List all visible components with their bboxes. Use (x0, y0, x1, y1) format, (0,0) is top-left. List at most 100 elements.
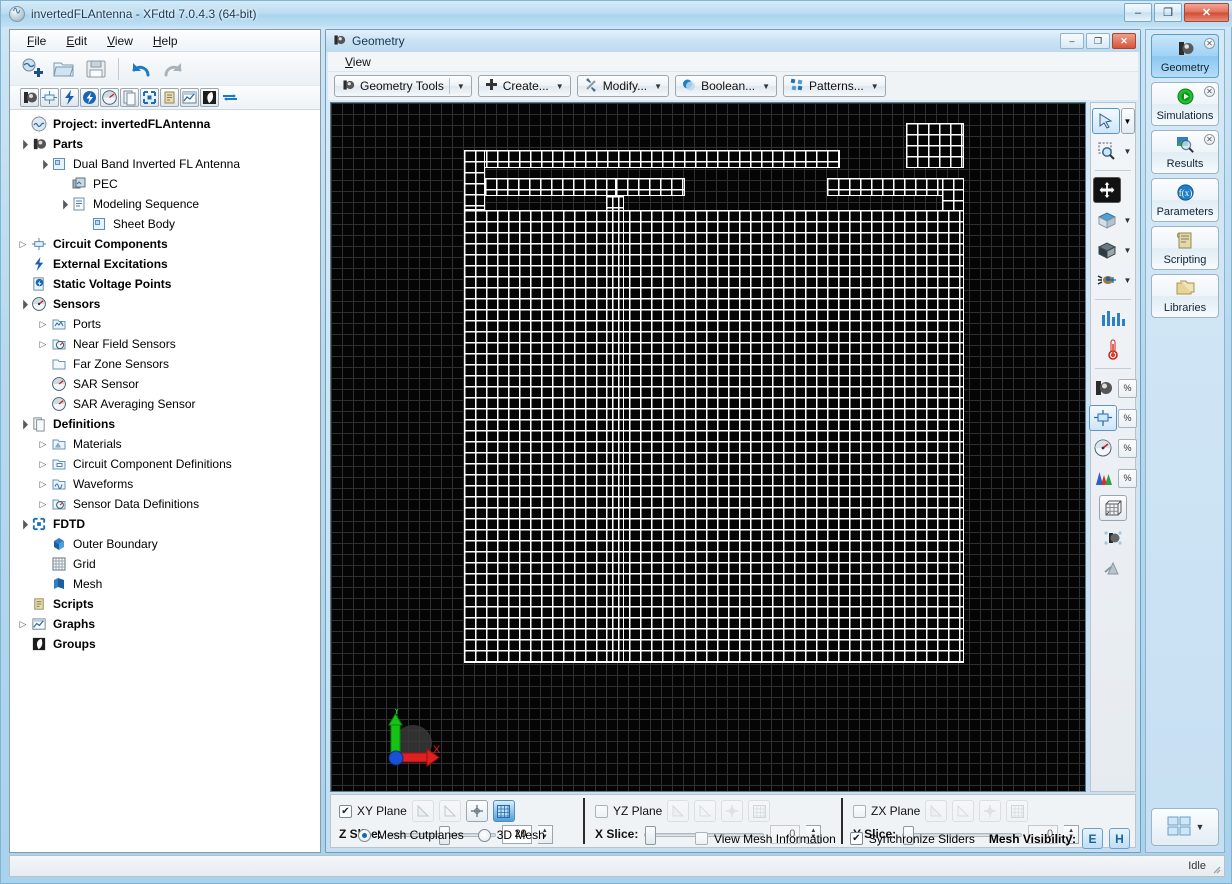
mesh-field-icon[interactable] (1099, 555, 1127, 581)
geometry-minimize-button[interactable]: – (1060, 33, 1084, 49)
tree-item-groups[interactable]: Groups (10, 634, 320, 654)
materials-visibility-icon[interactable] (1089, 465, 1117, 491)
save-project-icon[interactable] (82, 55, 110, 83)
chevron-down-icon[interactable]: ▼ (556, 82, 564, 91)
zoom-region-icon[interactable] (1093, 138, 1121, 164)
create-button[interactable]: Create... ▼ (477, 75, 571, 97)
tree-item-grid[interactable]: Grid (10, 554, 320, 574)
xy-cutplane-hide-icon[interactable] (411, 800, 434, 822)
modify-button[interactable]: Modify... ▼ (576, 75, 670, 97)
yz-cutplane-hide-icon[interactable] (667, 800, 690, 822)
tree-item-external-excitations[interactable]: External Excitations (10, 254, 320, 274)
chevron-down-icon[interactable]: ▼ (762, 82, 770, 91)
materials-visibility-percent[interactable]: % (1118, 468, 1137, 488)
boolean-button[interactable]: Boolean... ▼ (675, 75, 778, 97)
xy-cutplane-grid-icon[interactable] (492, 800, 515, 822)
new-project-icon[interactable] (18, 55, 46, 83)
close-icon[interactable]: ✕ (1204, 38, 1215, 49)
menu-file[interactable]: File (18, 31, 55, 51)
zx-cutplane-outline-icon[interactable] (952, 800, 975, 822)
geometry-restore-button[interactable]: ❐ (1086, 33, 1110, 49)
tree-item-waveforms[interactable]: ▷ Waveforms (10, 474, 320, 494)
undo-icon[interactable] (127, 55, 155, 83)
collapse-arrow-icon[interactable]: ▷ (16, 619, 30, 630)
menu-help[interactable]: Help (144, 31, 187, 51)
pan-move-icon[interactable] (1092, 177, 1121, 203)
tree-item-sensor-data-definitions[interactable]: ▷ Sensor Data Definitions (10, 494, 320, 514)
fdtd-icon[interactable] (140, 88, 159, 107)
external-excitations-icon[interactable] (60, 88, 79, 107)
yz-plane-checkbox[interactable] (595, 804, 608, 818)
open-project-icon[interactable] (50, 55, 78, 83)
collapse-arrow-icon[interactable]: ▷ (36, 339, 50, 350)
tree-item-parts[interactable]: ◢ Parts (10, 134, 320, 154)
tree-item-circuit-component-definitions[interactable]: ▷ Circuit Component Definitions (10, 454, 320, 474)
chevron-down-icon[interactable]: ▼ (654, 82, 662, 91)
view-mesh-information-checkbox[interactable] (694, 832, 708, 845)
lighting-dropdown[interactable]: ▼ (1122, 276, 1134, 285)
mesh-visibility-e-button[interactable]: E (1082, 828, 1103, 849)
zx-cutplane-grid-icon[interactable] (1006, 800, 1029, 822)
close-icon[interactable]: ✕ (1204, 134, 1215, 145)
bar-chart-icon[interactable] (1099, 306, 1127, 332)
redo-icon[interactable] (159, 55, 187, 83)
collapse-arrow-icon[interactable]: ▷ (36, 439, 50, 450)
tree-item-outer-boundary[interactable]: Outer Boundary (10, 534, 320, 554)
tree-item-circuit-components[interactable]: ▷ Circuit Components (10, 234, 320, 254)
zx-cutplane-hide-icon[interactable] (925, 800, 948, 822)
collapse-arrow-icon[interactable]: ▷ (36, 479, 50, 490)
tree-item-project-invertedflantenna[interactable]: Project: invertedFLAntenna (10, 114, 320, 134)
geometry-visibility-percent[interactable]: % (1118, 378, 1137, 398)
xy-plane-checkbox[interactable]: ✔ (339, 804, 352, 818)
minimize-button[interactable]: – (1124, 3, 1152, 22)
dock-tab-libraries[interactable]: Libraries (1151, 274, 1219, 318)
yz-cutplane-outline-icon[interactable] (694, 800, 717, 822)
select-arrow-icon[interactable] (1091, 108, 1120, 134)
geometry-canvas[interactable]: Y X (330, 102, 1086, 792)
tree-item-dual-band-inverted-fl-antenna[interactable]: ◢ Dual Band Inverted FL Antenna (10, 154, 320, 174)
yz-cutplane-grid-icon[interactable] (748, 800, 771, 822)
static-voltage-points-icon[interactable] (80, 88, 99, 107)
view-direction-cube-icon[interactable] (1093, 207, 1121, 233)
tree-item-scripts[interactable]: Scripts (10, 594, 320, 614)
zoom-tool-dropdown[interactable]: ▼ (1122, 147, 1134, 156)
tree-item-mesh[interactable]: Mesh (10, 574, 320, 594)
menu-edit[interactable]: Edit (57, 31, 96, 51)
view-shading-cube-icon[interactable] (1093, 237, 1121, 263)
zx-plane-checkbox[interactable] (853, 804, 866, 818)
chevron-down-icon[interactable]: ▼ (457, 82, 465, 91)
resize-grip-icon[interactable] (1209, 862, 1221, 874)
xy-cutplane-outline-icon[interactable] (438, 800, 461, 822)
mesh-visibility-h-button[interactable]: H (1109, 828, 1130, 849)
dock-tab-results[interactable]: ✕ Results (1151, 130, 1219, 174)
sheet-visibility-percent[interactable]: % (1118, 408, 1137, 428)
patterns-button[interactable]: Patterns... ▼ (783, 75, 886, 97)
select-tool-dropdown[interactable]: ▼ (1120, 108, 1135, 134)
tree-item-modeling-sequence[interactable]: ◢ Modeling Sequence (10, 194, 320, 214)
maximize-button[interactable]: ❐ (1154, 3, 1182, 22)
tree-item-sar-sensor[interactable]: SAR Sensor (10, 374, 320, 394)
tree-item-sensors[interactable]: ◢ Sensors (10, 294, 320, 314)
three-d-mesh-radio[interactable] (477, 828, 491, 842)
menu-view[interactable]: View (98, 31, 142, 51)
groups-icon[interactable] (200, 88, 219, 107)
sheet-visibility-icon[interactable] (1089, 405, 1117, 431)
refresh-icon[interactable] (220, 88, 239, 107)
tree-item-sheet-body[interactable]: Sheet Body (10, 214, 320, 234)
yz-cutplane-center-icon[interactable] (721, 800, 744, 822)
collapse-arrow-icon[interactable]: ▷ (36, 459, 50, 470)
geometry-tools-button[interactable]: Geometry Tools ▼ (334, 75, 472, 97)
tree-item-far-zone-sensors[interactable]: Far Zone Sensors (10, 354, 320, 374)
xy-cutplane-center-icon[interactable] (465, 800, 488, 822)
lighting-icon[interactable] (1093, 267, 1121, 293)
tree-item-static-voltage-points[interactable]: Static Voltage Points (10, 274, 320, 294)
geometry-close-button[interactable]: ✕ (1112, 33, 1136, 49)
dock-tab-scripting[interactable]: Scripting (1151, 226, 1219, 270)
window-layout-caret-icon[interactable]: ▼ (1196, 822, 1205, 832)
view-direction-dropdown[interactable]: ▼ (1122, 216, 1134, 225)
dock-tab-parameters[interactable]: f(x) Parameters (1151, 178, 1219, 222)
mesh-particles-icon[interactable] (1099, 525, 1127, 551)
graphs-icon[interactable] (180, 88, 199, 107)
tree-item-near-field-sensors[interactable]: ▷ Near Field Sensors (10, 334, 320, 354)
synchronize-sliders-checkbox[interactable]: ✔ (849, 832, 863, 845)
